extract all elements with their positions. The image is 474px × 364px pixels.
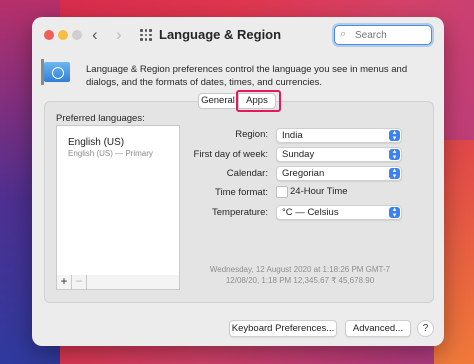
region-popup[interactable]: India ▴ ▾ bbox=[276, 128, 402, 143]
popup-chevron-icon: ▴ ▾ bbox=[389, 167, 400, 180]
temperature-popup[interactable]: °C — Celsius ▴ ▾ bbox=[276, 205, 402, 220]
description-text: Language & Region preferences control th… bbox=[86, 64, 408, 88]
language-item-sub: English (US) — Primary bbox=[68, 149, 153, 158]
preferred-languages-label: Preferred languages: bbox=[56, 113, 145, 124]
popup-chevron-icon: ▴ ▾ bbox=[389, 148, 400, 161]
language-region-flag-icon bbox=[41, 59, 70, 85]
24-hour-time-checkbox[interactable] bbox=[276, 186, 288, 198]
24-hour-time-label[interactable]: 24-Hour Time bbox=[290, 186, 348, 197]
sample-date-line: Wednesday, 12 August 2020 at 1:18:26 PM … bbox=[209, 265, 391, 274]
format-sample: Wednesday, 12 August 2020 at 1:18:26 PM … bbox=[200, 264, 400, 286]
sample-number-line: 12/08/20, 1:18 PM 12,345.67 ₹ 45,678.90 bbox=[225, 276, 375, 285]
remove-language-button[interactable]: − bbox=[72, 275, 87, 289]
region-label: Region: bbox=[235, 129, 268, 140]
region-value: India bbox=[282, 130, 303, 141]
apps-tab-highlight-annotation bbox=[236, 90, 281, 112]
close-button[interactable] bbox=[44, 30, 54, 40]
language-list-footer: + − bbox=[56, 275, 180, 290]
minimize-button[interactable] bbox=[58, 30, 68, 40]
back-button[interactable]: ‹ bbox=[92, 24, 98, 46]
popup-chevron-icon: ▴ ▾ bbox=[389, 129, 400, 142]
titlebar: ‹ › Language & Region ⌕ bbox=[32, 17, 444, 53]
zoom-button[interactable] bbox=[72, 30, 82, 40]
temperature-value: °C — Celsius bbox=[282, 207, 339, 218]
temperature-label: Temperature: bbox=[212, 207, 268, 218]
keyboard-preferences-button[interactable]: Keyboard Preferences... bbox=[229, 320, 337, 337]
language-item-name[interactable]: English (US) bbox=[68, 137, 124, 148]
first-day-popup[interactable]: Sunday ▴ ▾ bbox=[276, 147, 402, 162]
popup-chevron-icon: ▴ ▾ bbox=[389, 206, 400, 219]
calendar-value: Gregorian bbox=[282, 168, 325, 179]
calendar-popup[interactable]: Gregorian ▴ ▾ bbox=[276, 166, 402, 181]
first-day-label: First day of week: bbox=[193, 149, 268, 160]
search-field[interactable]: ⌕ bbox=[334, 25, 432, 45]
advanced-button[interactable]: Advanced... bbox=[345, 320, 411, 337]
tab-general[interactable]: General bbox=[198, 93, 238, 109]
show-all-grid-icon[interactable] bbox=[140, 29, 152, 41]
search-icon: ⌕ bbox=[340, 28, 347, 40]
add-language-button[interactable]: + bbox=[57, 275, 72, 289]
time-format-label: Time format: bbox=[215, 187, 268, 198]
language-region-window: ‹ › Language & Region ⌕ Language & Regio… bbox=[32, 17, 444, 346]
window-title: Language & Region bbox=[159, 27, 282, 42]
help-button[interactable]: ? bbox=[417, 320, 434, 337]
search-input[interactable] bbox=[353, 27, 431, 44]
calendar-label: Calendar: bbox=[226, 168, 268, 179]
forward-button[interactable]: › bbox=[116, 24, 122, 46]
first-day-value: Sunday bbox=[282, 149, 315, 160]
